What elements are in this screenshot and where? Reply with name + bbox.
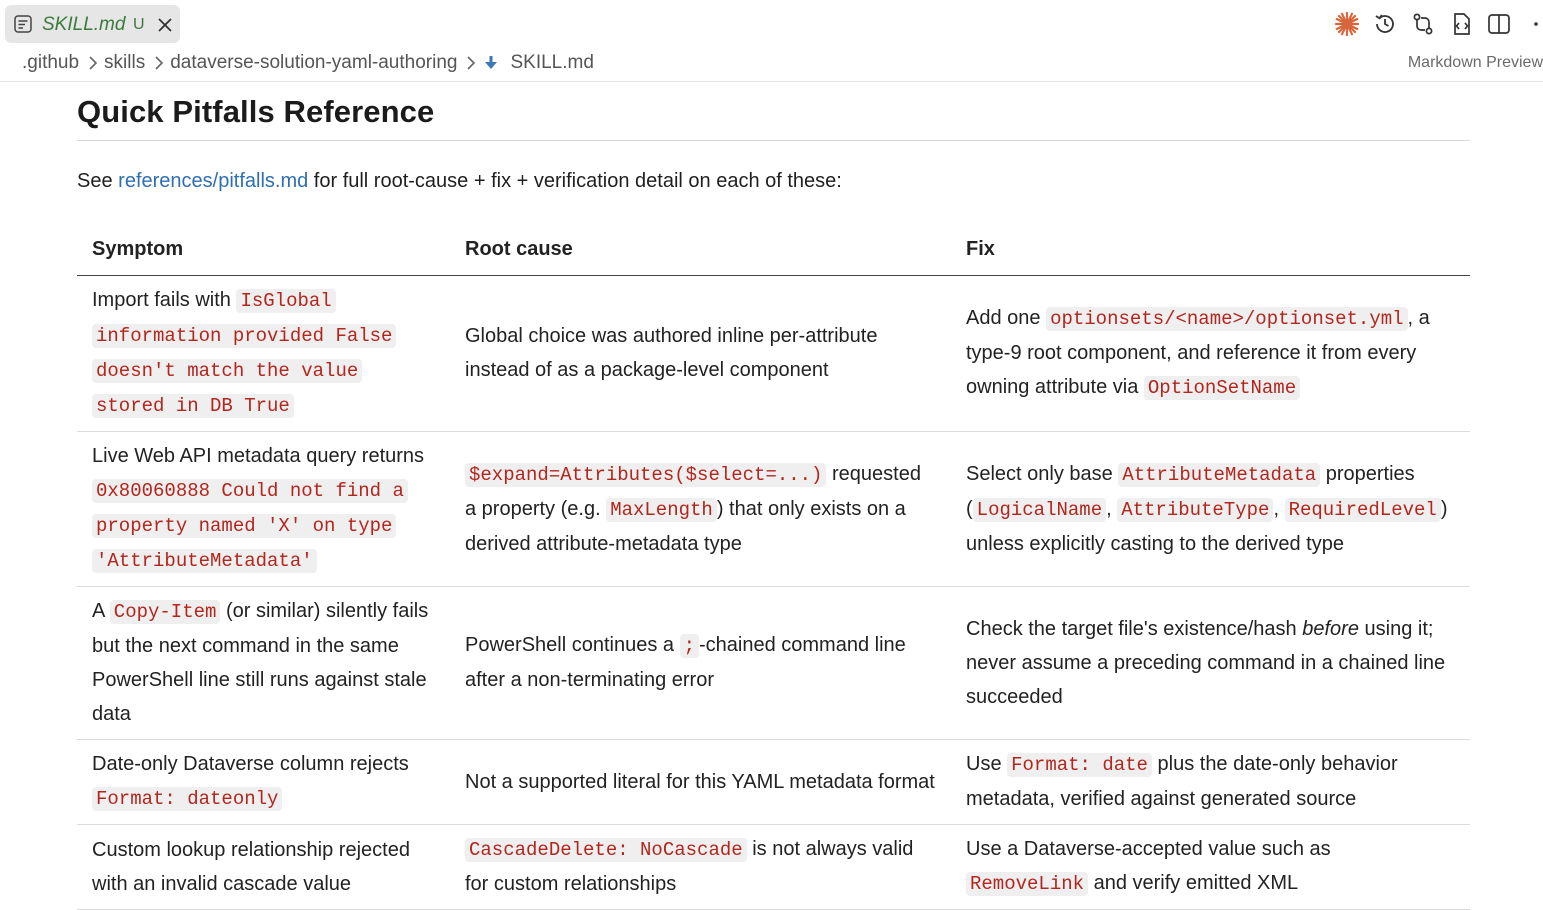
section-heading: Quick Pitfalls Reference [77, 94, 435, 129]
tab-filename: SKILL.md [42, 14, 126, 35]
inline-code: 0x80060888 Could not find a property nam… [92, 479, 408, 573]
cell-text: Date-only Dataverse column rejects [92, 753, 409, 775]
cell-text: , [1273, 497, 1285, 520]
inline-code: optionsets/<name>/optionset.yml [1046, 307, 1408, 331]
cell-text: Global choice was authored inline per-at… [465, 325, 878, 381]
fix-cell: Check the target file's existence/hash b… [951, 586, 1470, 740]
copilot-sparkle-icon[interactable] [1333, 10, 1361, 38]
breadcrumb: .github skills dataverse-solution-yaml-a… [22, 52, 594, 74]
pitfalls-reference-link[interactable]: references/pitfalls.md [118, 170, 308, 192]
cell-text: Check the target file's existence/hash [966, 617, 1303, 640]
symptom-cell: Import fails with IsGlobal information p… [77, 275, 450, 432]
fix-cell: Use a Dataverse-accepted value such as R… [951, 824, 1470, 910]
table-row: Custom lookup relationship rejected with… [77, 824, 1470, 910]
symptom-cell: Custom lookup relationship rejected with… [77, 824, 450, 910]
cell-text: PowerShell continues a [465, 634, 680, 656]
root-cause-cell: CascadeDelete: NoCascade is not always v… [450, 824, 951, 910]
untracked-status-badge: U [133, 16, 145, 33]
inline-code: Format: dateonly [92, 787, 283, 811]
breadcrumb-item-skills[interactable]: skills [104, 52, 145, 74]
cell-text: Custom lookup relationship rejected with… [92, 838, 410, 895]
cell-text: Select only base [966, 462, 1119, 485]
preview-file-icon [14, 15, 32, 33]
cell-text: Import fails with [92, 289, 237, 311]
pitfalls-table: Symptom Root cause Fix Import fails with… [77, 222, 1470, 910]
column-header-fix: Fix [951, 222, 1470, 276]
cell-text: before [1302, 617, 1359, 640]
fix-cell: Use Format: date plus the date-only beha… [951, 739, 1470, 825]
inline-code: $expand=Attributes($select=...) [465, 462, 827, 487]
breadcrumb-item-folder[interactable]: dataverse-solution-yaml-authoring [170, 52, 457, 74]
table-row: Date-only Dataverse column rejects Forma… [77, 739, 1470, 825]
editor-tab-bar: SKILL.md U [0, 0, 1543, 46]
table-row: A Copy-Item (or similar) silently fails … [77, 586, 1470, 740]
inline-code: CascadeDelete: NoCascade [465, 838, 747, 862]
split-editor-icon[interactable] [1485, 10, 1513, 38]
compare-changes-icon[interactable] [1409, 10, 1437, 38]
chevron-right-icon [155, 56, 164, 70]
heading-rule [77, 140, 1470, 141]
breadcrumb-item-file[interactable]: SKILL.md [510, 52, 593, 74]
breadcrumb-item-github[interactable]: .github [22, 52, 79, 74]
divider [0, 81, 1543, 82]
chevron-right-icon [89, 56, 98, 70]
inline-code: Copy-Item [109, 600, 221, 624]
symptom-cell: Live Web API metadata query returns 0x80… [77, 431, 450, 587]
inline-code: OptionSetName [1143, 376, 1301, 400]
history-icon[interactable] [1371, 10, 1399, 38]
cell-text: Use a Dataverse-accepted value such as [966, 838, 1331, 860]
markdown-file-icon [485, 56, 498, 69]
inline-code: RemoveLink [966, 872, 1089, 896]
intro-text-before: See [77, 170, 119, 192]
column-header-root-cause: Root cause [450, 222, 951, 276]
open-source-icon[interactable] [1447, 10, 1475, 38]
table-header-row: Symptom Root cause Fix [77, 222, 1470, 276]
cell-text: , [1106, 497, 1118, 520]
inline-code: RequiredLevel [1284, 497, 1441, 522]
table-row: Import fails with IsGlobal information p… [77, 275, 1470, 432]
cell-text: Not a supported literal for this YAML me… [465, 770, 935, 793]
root-cause-cell: $expand=Attributes($select=...) requeste… [450, 431, 951, 587]
intro-paragraph: See references/pitfalls.md for full root… [77, 170, 842, 193]
inline-code: MaxLength [606, 497, 717, 522]
inline-code: AttributeType [1117, 497, 1274, 522]
root-cause-cell: Global choice was authored inline per-at… [450, 275, 951, 432]
fix-cell: Select only base AttributeMetadata prope… [951, 431, 1470, 587]
column-header-symptom: Symptom [77, 222, 450, 276]
symptom-cell: Date-only Dataverse column rejects Forma… [77, 739, 450, 825]
more-actions-icon[interactable] [1523, 10, 1543, 38]
inline-code: AttributeMetadata [1118, 462, 1321, 487]
editor-actions [1333, 10, 1543, 38]
tab-skill-md[interactable]: SKILL.md U [5, 5, 180, 43]
fix-cell: Add one optionsets/<name>/optionset.yml,… [951, 275, 1470, 432]
cell-text: Live Web API metadata query returns [92, 445, 425, 467]
chevron-right-icon [467, 56, 476, 70]
inline-code: Format: date [1007, 753, 1152, 777]
root-cause-cell: Not a supported literal for this YAML me… [450, 739, 951, 825]
table-row: Live Web API metadata query returns 0x80… [77, 431, 1470, 587]
symptom-cell: A Copy-Item (or similar) silently fails … [77, 586, 450, 740]
cell-text: Add one [966, 307, 1047, 329]
close-icon[interactable] [156, 16, 174, 34]
root-cause-cell: PowerShell continues a ; -chained command… [450, 586, 951, 740]
intro-text-after: for full root-cause + fix + verification… [308, 170, 842, 192]
cell-text: Use [966, 753, 1008, 775]
inline-code: LogicalName [972, 497, 1107, 522]
markdown-preview-label: Markdown Preview [1407, 54, 1543, 71]
cell-text: A [92, 600, 110, 622]
inline-code: ; [679, 634, 699, 658]
